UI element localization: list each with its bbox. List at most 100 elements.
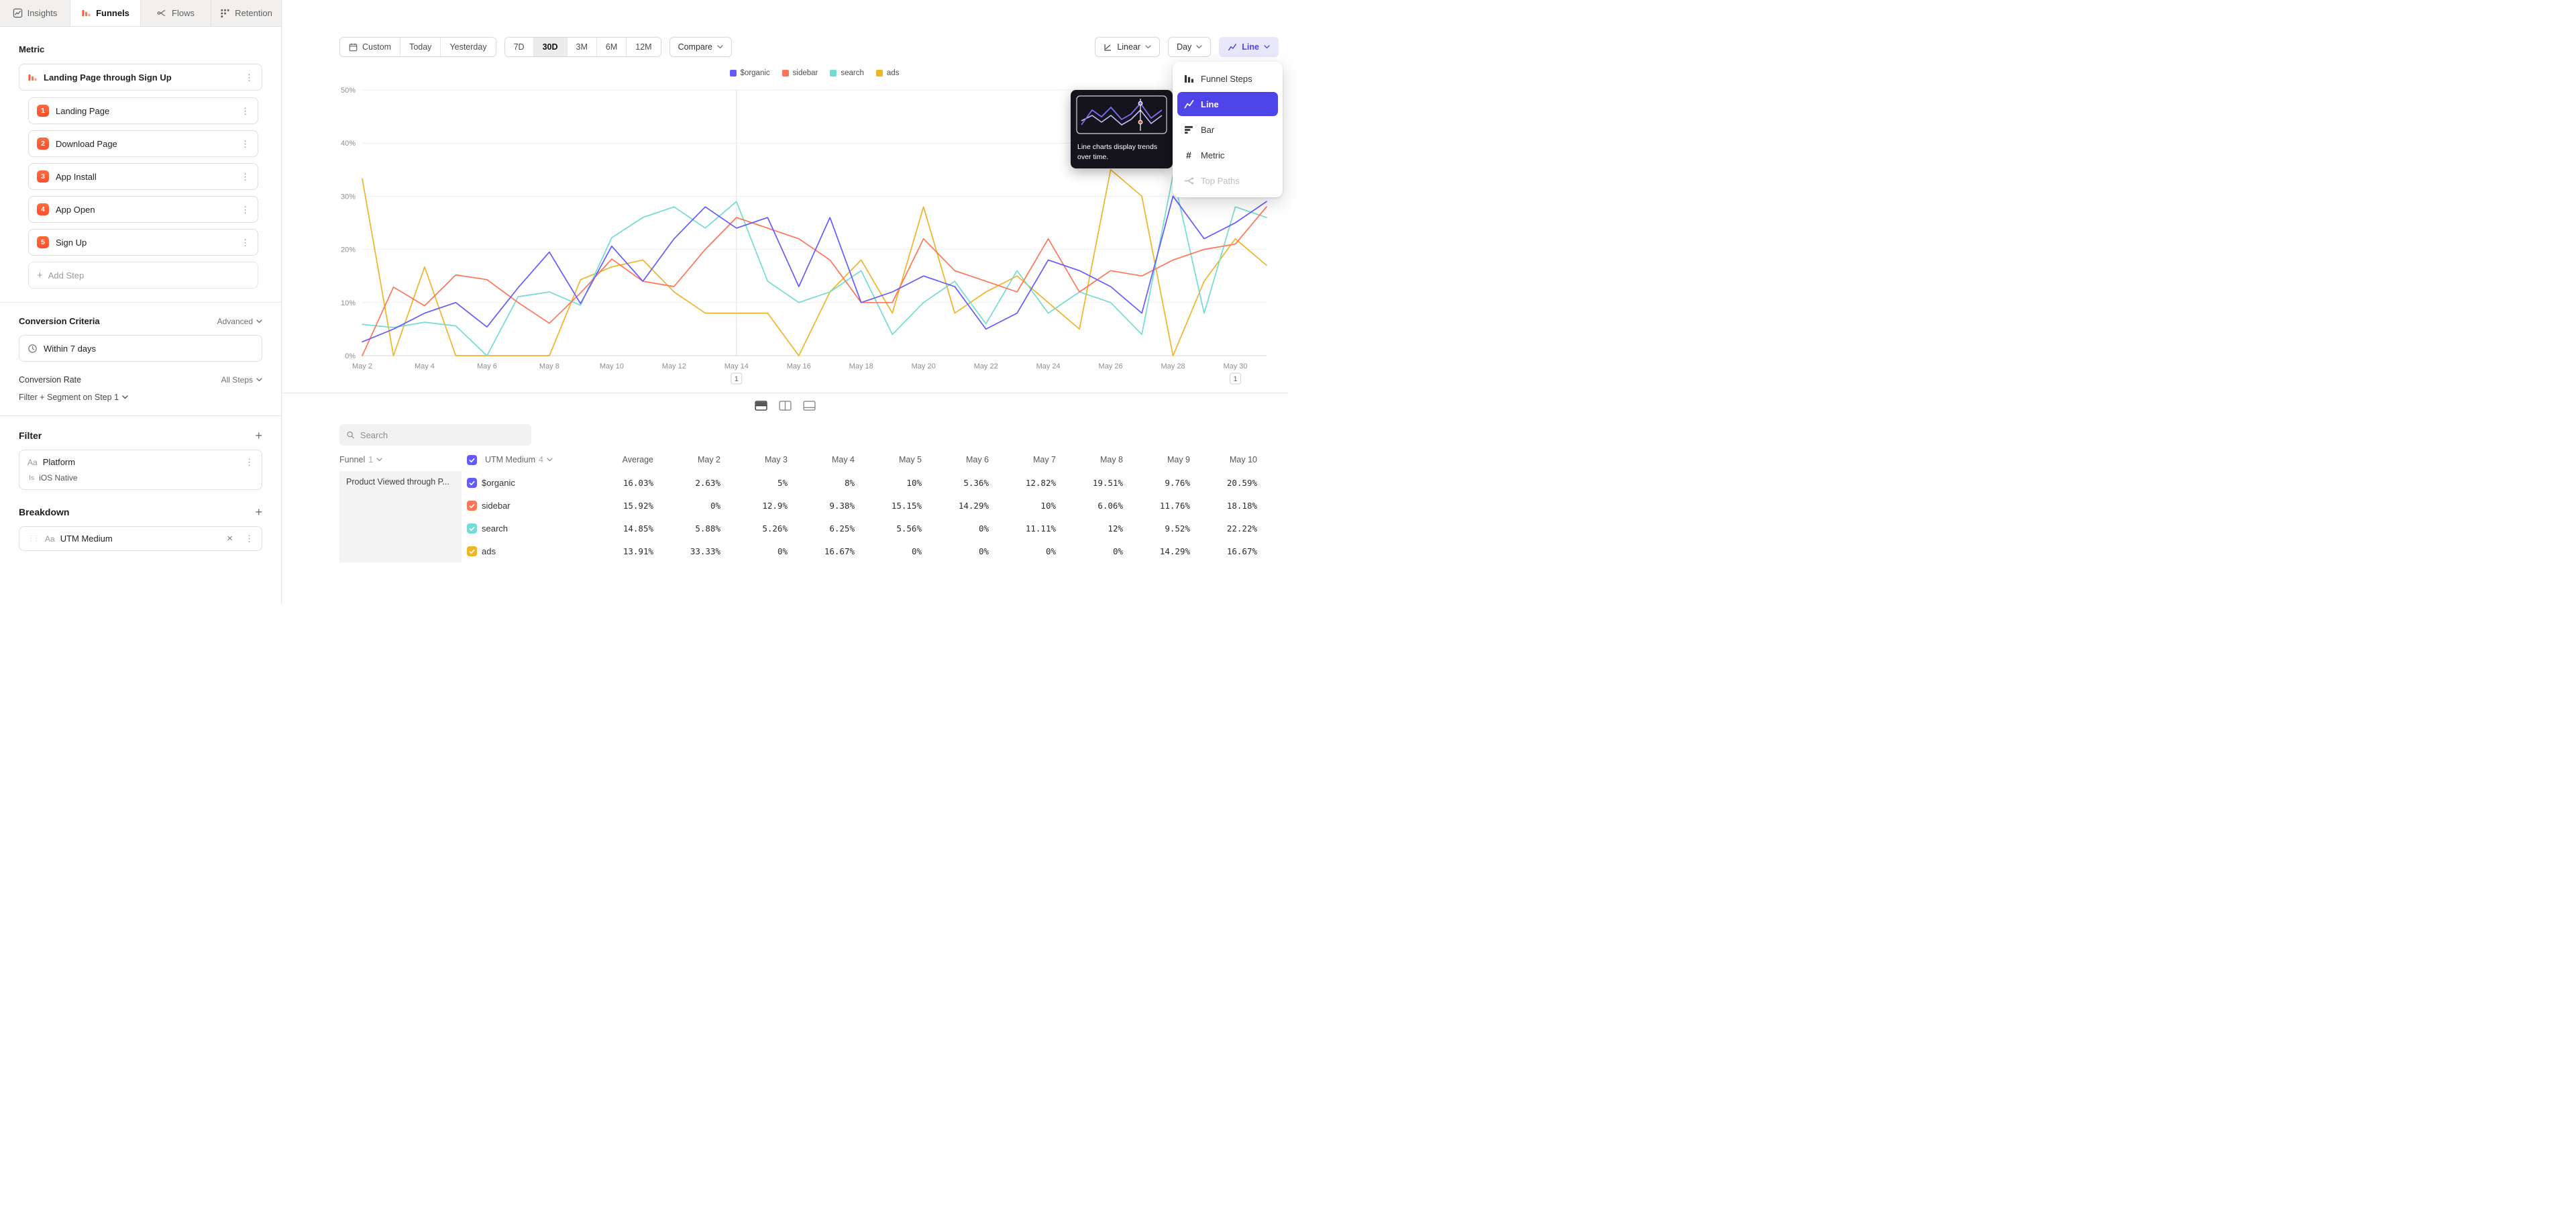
range-12m-button[interactable]: 12M bbox=[626, 38, 660, 56]
kebab-menu-icon[interactable]: ⋮ bbox=[241, 107, 250, 115]
range-30d-button[interactable]: 30D bbox=[533, 38, 567, 56]
metric-icon: # bbox=[1183, 150, 1194, 160]
string-type-icon: Aa bbox=[28, 458, 38, 467]
table-cell: 6.06% bbox=[1057, 494, 1124, 517]
svg-text:May 22: May 22 bbox=[974, 362, 998, 370]
table-cell: 16.03% bbox=[574, 471, 655, 494]
table-cell: 5.26% bbox=[722, 517, 789, 540]
menu-item-metric[interactable]: # Metric bbox=[1177, 143, 1278, 167]
all-steps-dropdown[interactable]: All Steps bbox=[221, 375, 262, 385]
kebab-menu-icon[interactable]: ⋮ bbox=[241, 140, 250, 148]
remove-breakdown-icon[interactable]: × bbox=[227, 534, 233, 544]
compare-button[interactable]: Compare bbox=[669, 37, 732, 57]
funnel-step-app-install[interactable]: 3App Install⋮ bbox=[28, 163, 258, 190]
svg-text:10%: 10% bbox=[341, 299, 356, 307]
table-row-organic[interactable]: $organic bbox=[467, 471, 574, 494]
tab-retention[interactable]: Retention bbox=[211, 0, 281, 26]
filter-segment-toggle[interactable]: Filter + Segment on Step 1 bbox=[19, 393, 262, 402]
legend-swatch bbox=[876, 70, 883, 77]
table-cell: 14.29% bbox=[923, 494, 990, 517]
kebab-menu-icon[interactable]: ⋮ bbox=[241, 172, 250, 181]
today-button[interactable]: Today bbox=[400, 38, 440, 56]
funnel-group-cell[interactable]: Product Viewed through P... bbox=[339, 471, 462, 562]
breakdown-utm-card[interactable]: ⋮⋮ Aa UTM Medium × ⋮ bbox=[19, 526, 262, 551]
add-filter-button[interactable]: + bbox=[255, 430, 262, 442]
table-cell: 6.25% bbox=[789, 517, 856, 540]
breakdown-table: Funnel1UTM Medium4AverageMay 2May 3May 4… bbox=[339, 448, 1288, 562]
kebab-menu-icon[interactable]: ⋮ bbox=[245, 534, 254, 543]
svg-text:May 24: May 24 bbox=[1036, 362, 1061, 370]
chart-type-button[interactable]: Line bbox=[1219, 37, 1279, 57]
step-number-badge: 4 bbox=[37, 203, 49, 215]
plus-icon: + bbox=[37, 270, 43, 281]
menu-item-line[interactable]: Line bbox=[1177, 92, 1278, 116]
range-3m-button[interactable]: 3M bbox=[567, 38, 596, 56]
kebab-menu-icon[interactable]: ⋮ bbox=[241, 238, 250, 247]
menu-item-label: Metric bbox=[1201, 150, 1224, 160]
string-type-icon: Aa bbox=[45, 534, 55, 544]
filter-property-name: Platform bbox=[43, 457, 75, 467]
layout-rows-button[interactable] bbox=[752, 398, 769, 413]
add-breakdown-button[interactable]: + bbox=[255, 506, 262, 518]
custom-date-button[interactable]: Custom bbox=[340, 38, 400, 56]
column-header-may-2: May 2 bbox=[655, 448, 722, 471]
insights-icon bbox=[13, 8, 23, 18]
legend-label: $organic bbox=[741, 69, 770, 77]
table-row-ads[interactable]: ads bbox=[467, 540, 574, 562]
line-chart-preview bbox=[1076, 95, 1167, 134]
table-row-search[interactable]: search bbox=[467, 517, 574, 540]
yesterday-button[interactable]: Yesterday bbox=[440, 38, 495, 56]
legend-item-search[interactable]: search bbox=[830, 69, 864, 77]
interval-day-button[interactable]: Day bbox=[1168, 37, 1211, 57]
legend-item-sidebar[interactable]: sidebar bbox=[782, 69, 818, 77]
table-row-sidebar[interactable]: sidebar bbox=[467, 494, 574, 517]
search-input[interactable] bbox=[360, 430, 525, 440]
checkbox-checked[interactable] bbox=[467, 455, 477, 465]
conversion-window-card[interactable]: Within 7 days bbox=[19, 335, 262, 362]
table-cell: 8% bbox=[789, 471, 856, 494]
layout-columns-button[interactable] bbox=[776, 398, 794, 413]
kebab-menu-icon[interactable]: ⋮ bbox=[245, 73, 254, 82]
kebab-menu-icon[interactable]: ⋮ bbox=[241, 205, 250, 214]
table-search[interactable] bbox=[339, 424, 531, 446]
menu-item-bar[interactable]: Bar bbox=[1177, 117, 1278, 142]
funnel-title-card[interactable]: Landing Page through Sign Up ⋮ bbox=[19, 64, 262, 91]
legend-item-ads[interactable]: ads bbox=[876, 69, 900, 77]
kebab-menu-icon[interactable]: ⋮ bbox=[245, 458, 254, 466]
svg-text:May 14: May 14 bbox=[724, 362, 749, 370]
svg-text:May 8: May 8 bbox=[539, 362, 559, 370]
breakdown-property-name: UTM Medium bbox=[60, 534, 113, 544]
funnel-step-sign-up[interactable]: 5Sign Up⋮ bbox=[28, 229, 258, 256]
funnel-step-download-page[interactable]: 2Download Page⋮ bbox=[28, 130, 258, 157]
legend-item-organic[interactable]: $organic bbox=[730, 69, 770, 77]
linear-scale-button[interactable]: Linear bbox=[1095, 37, 1160, 57]
tab-insights[interactable]: Insights bbox=[0, 0, 70, 26]
range-7d-button[interactable]: 7D bbox=[505, 38, 533, 56]
add-step-button[interactable]: + Add Step bbox=[28, 262, 258, 289]
funnel-step-app-open[interactable]: 4App Open⋮ bbox=[28, 196, 258, 223]
svg-text:May 6: May 6 bbox=[477, 362, 497, 370]
layout-bottom-button[interactable] bbox=[800, 398, 818, 413]
column-header-average: Average bbox=[574, 448, 655, 471]
table-header-group[interactable]: UTM Medium4 bbox=[467, 448, 574, 471]
tab-flows[interactable]: Flows bbox=[141, 0, 211, 26]
filter-platform-card[interactable]: Aa Platform ⋮ Is iOS Native bbox=[19, 450, 262, 490]
top-tabbar: InsightsFunnelsFlowsRetention bbox=[0, 0, 281, 27]
checkbox-checked[interactable] bbox=[467, 546, 477, 556]
advanced-dropdown[interactable]: Advanced bbox=[217, 317, 262, 326]
drag-handle-icon[interactable]: ⋮⋮ bbox=[28, 535, 38, 542]
filter-section-label: Filter bbox=[19, 430, 42, 441]
menu-item-funnel-steps[interactable]: Funnel Steps bbox=[1177, 66, 1278, 91]
conversion-rate-label: Conversion Rate bbox=[19, 375, 81, 385]
checkbox-checked[interactable] bbox=[467, 478, 477, 488]
table-cell: 5.56% bbox=[856, 517, 923, 540]
funnel-step-landing-page[interactable]: 1Landing Page⋮ bbox=[28, 97, 258, 124]
tab-funnels[interactable]: Funnels bbox=[70, 0, 141, 26]
table-header-funnel[interactable]: Funnel1 bbox=[339, 448, 467, 471]
checkbox-checked[interactable] bbox=[467, 523, 477, 534]
menu-item-label: Top Paths bbox=[1201, 176, 1240, 186]
checkbox-checked[interactable] bbox=[467, 501, 477, 511]
filter-value[interactable]: iOS Native bbox=[39, 473, 77, 483]
table-cell: 15.92% bbox=[574, 494, 655, 517]
range-6m-button[interactable]: 6M bbox=[596, 38, 626, 56]
